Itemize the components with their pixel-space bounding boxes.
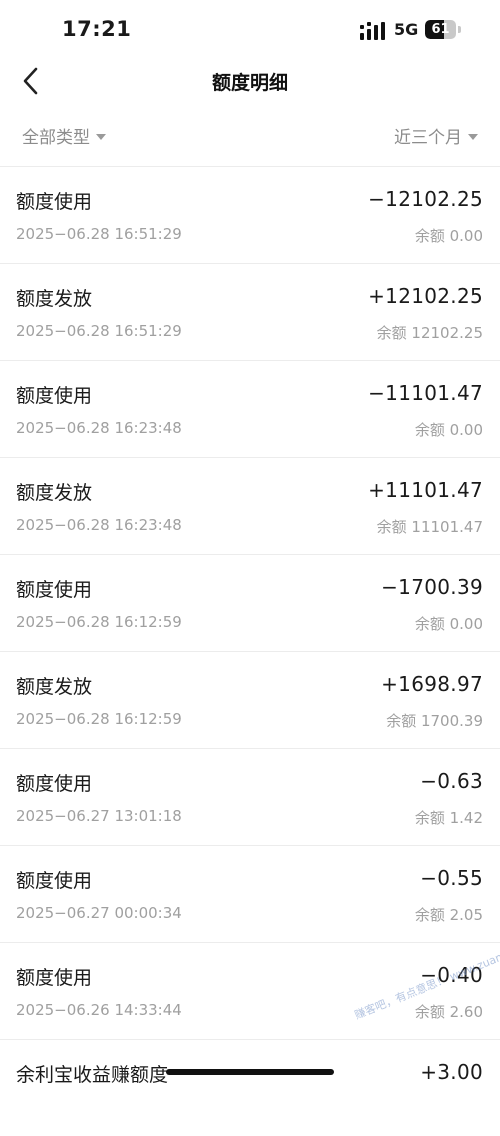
record-amount: −0.40 <box>420 963 483 987</box>
list-item[interactable]: 额度使用 −12102.25 2025−06.28 16:51:29 余额 0.… <box>0 167 500 264</box>
record-time: 2025−06.27 00:00:34 <box>16 904 182 922</box>
battery-icon: 61 <box>425 20 461 39</box>
record-time: 2025−06.28 16:51:29 <box>16 322 182 340</box>
record-balance: 余额 2.60 <box>414 1003 483 1021</box>
record-type: 额度使用 <box>16 191 93 213</box>
list-item[interactable]: 额度使用 −0.63 2025−06.27 13:01:18 余额 1.42 <box>0 749 500 846</box>
signal-bars-icon <box>360 22 385 40</box>
record-amount: −0.55 <box>420 866 483 890</box>
list-item[interactable]: 额度发放 +12102.25 2025−06.28 16:51:29 余额 12… <box>0 264 500 361</box>
record-time: 2025−06.26 14:33:44 <box>16 1001 182 1019</box>
status-time: 17:21 <box>62 17 132 41</box>
type-filter-label: 全部类型 <box>22 128 90 148</box>
home-indicator[interactable] <box>166 1069 334 1075</box>
list-item[interactable]: 额度使用 −0.40 2025−06.26 14:33:44 余额 2.60 <box>0 943 500 1040</box>
list-item[interactable]: 余利宝收益赚额度 +3.00 <box>0 1040 500 1136</box>
type-filter-dropdown[interactable]: 全部类型 <box>22 123 106 148</box>
record-list: 额度使用 −12102.25 2025−06.28 16:51:29 余额 0.… <box>0 167 500 1136</box>
record-balance: 余额 11101.47 <box>376 518 483 536</box>
record-balance: 余额 0.00 <box>414 421 483 439</box>
record-balance: 余额 12102.25 <box>376 324 483 342</box>
record-amount: +3.00 <box>420 1060 483 1084</box>
record-time: 2025−06.28 16:12:59 <box>16 710 182 728</box>
nav-bar: 额度明细 <box>0 58 500 104</box>
list-item[interactable]: 额度发放 +11101.47 2025−06.28 16:23:48 余额 11… <box>0 458 500 555</box>
record-type: 额度使用 <box>16 967 93 989</box>
battery-percent: 61 <box>431 22 450 37</box>
record-amount: −12102.25 <box>368 187 483 211</box>
record-time: 2025−06.28 16:23:48 <box>16 516 182 534</box>
record-type: 额度使用 <box>16 385 93 407</box>
status-bar: 17:21 5G 61 <box>0 0 500 58</box>
record-type: 额度使用 <box>16 773 93 795</box>
record-type: 额度使用 <box>16 870 93 892</box>
record-balance: 余额 2.05 <box>414 906 483 924</box>
record-type: 额度发放 <box>16 482 93 504</box>
record-amount: +11101.47 <box>368 478 483 502</box>
record-time: 2025−06.27 13:01:18 <box>16 807 182 825</box>
list-item[interactable]: 额度使用 −11101.47 2025−06.28 16:23:48 余额 0.… <box>0 361 500 458</box>
page-title: 额度明细 <box>211 72 288 94</box>
record-amount: −0.63 <box>420 769 483 793</box>
record-time: 2025−06.28 16:12:59 <box>16 613 182 631</box>
list-item[interactable]: 额度使用 −1700.39 2025−06.28 16:12:59 余额 0.0… <box>0 555 500 652</box>
record-balance: 余额 1.42 <box>414 809 483 827</box>
filter-bar: 全部类型 近三个月 <box>0 114 500 158</box>
period-filter-dropdown[interactable]: 近三个月 <box>394 123 478 148</box>
record-balance: 余额 0.00 <box>414 615 483 633</box>
record-amount: −1700.39 <box>381 575 483 599</box>
record-balance: 余额 1700.39 <box>386 712 483 730</box>
record-type: 余利宝收益赚额度 <box>16 1064 169 1086</box>
list-item[interactable]: 额度发放 +1698.97 2025−06.28 16:12:59 余额 170… <box>0 652 500 749</box>
record-amount: +12102.25 <box>368 284 483 308</box>
period-filter-label: 近三个月 <box>394 128 462 148</box>
record-amount: −11101.47 <box>368 381 483 405</box>
network-type: 5G <box>394 20 419 39</box>
caret-down-icon <box>468 133 478 140</box>
record-time: 2025−06.28 16:23:48 <box>16 419 182 437</box>
list-item[interactable]: 额度使用 −0.55 2025−06.27 00:00:34 余额 2.05 <box>0 846 500 943</box>
record-time: 2025−06.28 16:51:29 <box>16 225 182 243</box>
record-type: 额度发放 <box>16 288 93 310</box>
caret-down-icon <box>96 133 106 140</box>
record-balance: 余额 0.00 <box>414 227 483 245</box>
record-amount: +1698.97 <box>381 672 483 696</box>
record-type: 额度发放 <box>16 676 93 698</box>
record-type: 额度使用 <box>16 579 93 601</box>
